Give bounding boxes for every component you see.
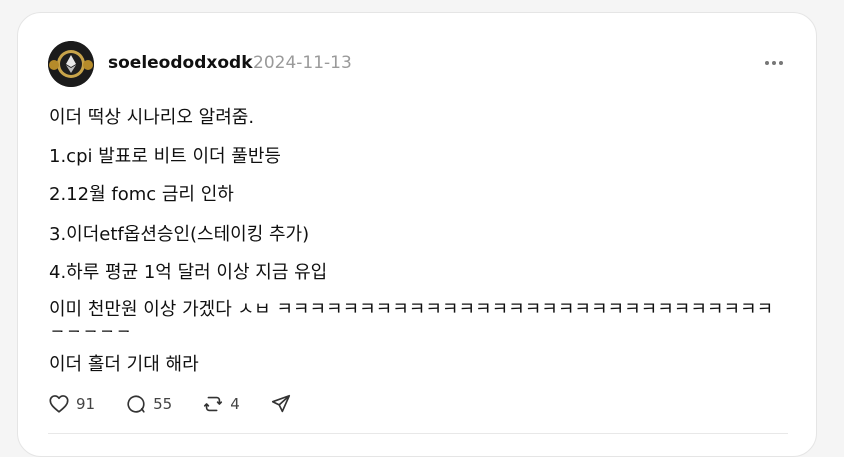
ethereum-coin-icon — [48, 41, 94, 87]
post-line: 2.12월 fomc 금리 인하 — [49, 184, 234, 205]
post-line: 4.하루 평균 1억 달러 이상 지금 유입 — [49, 262, 328, 283]
repost-icon — [204, 396, 223, 412]
post-line: 3.이더etf옵션승인(스테이킹 추가) — [49, 224, 310, 245]
comment-count: 55 — [153, 395, 173, 413]
post-date[interactable]: 2024-11-13 — [253, 53, 352, 73]
like-button[interactable]: 91 — [48, 393, 95, 415]
post-card: soeleododxodk 2024-11-13 이더 떡상 시나리오 알려줌.… — [17, 12, 817, 457]
share-button[interactable] — [270, 393, 298, 415]
more-dots-icon[interactable] — [762, 55, 786, 71]
repost-count: 4 — [230, 395, 240, 413]
comment-button[interactable]: 55 — [125, 393, 172, 415]
repost-button[interactable]: 4 — [202, 393, 240, 415]
avatar[interactable] — [48, 41, 94, 87]
post-line: 이더 떡상 시나리오 알려줌. — [49, 107, 255, 128]
post-line: 이더 홀더 기대 해라 — [49, 354, 199, 375]
action-bar: 91 55 4 — [48, 393, 298, 415]
heart-icon — [49, 395, 69, 413]
like-count: 91 — [76, 395, 96, 413]
divider — [48, 433, 788, 434]
send-icon — [271, 394, 290, 413]
post-line: 이미 천만원 이상 가겠다 ㅅㅂ ㅋㅋㅋㅋㅋㅋㅋㅋㅋㅋㅋㅋㅋㅋㅋㅋㅋㅋㅋㅋㅋㅋㅋ… — [49, 299, 774, 332]
username[interactable]: soeleododxodk — [108, 53, 253, 73]
comment-icon — [127, 395, 145, 413]
post-line: 1.cpi 발표로 비트 이더 풀반등 — [49, 146, 281, 167]
